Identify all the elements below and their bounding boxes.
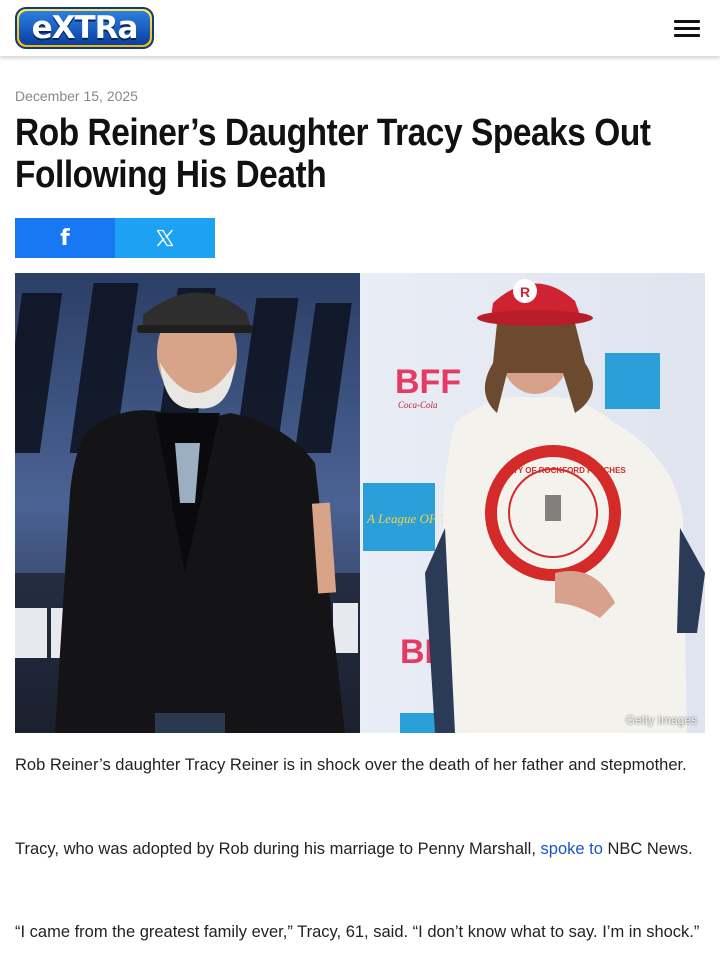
site-header: eXTRa	[0, 0, 720, 56]
league-poster-2	[605, 353, 660, 409]
menu-bar	[674, 20, 700, 23]
article-paragraph-1: Rob Reiner’s daughter Tracy Reiner is in…	[15, 756, 687, 774]
logo-inner: eXTRa	[19, 11, 150, 45]
hamburger-menu-icon[interactable]	[672, 16, 702, 40]
extra-logo[interactable]: eXTRa	[15, 7, 154, 49]
x-share-button[interactable]	[115, 218, 215, 258]
bff-logo: BFF	[395, 363, 461, 401]
logo-text: eXTRa	[31, 9, 139, 46]
menu-bar	[674, 27, 700, 30]
article-photo[interactable]: BFF BFF Coca-Cola A League OF THEIR OWN …	[15, 273, 705, 733]
spoke-to-link[interactable]: spoke to	[541, 840, 603, 858]
article-date: December 15, 2025	[15, 88, 138, 104]
paragraph-2-text-after: NBC News.	[602, 840, 693, 858]
facebook-icon: f	[60, 225, 70, 251]
x-icon	[156, 229, 174, 247]
coke-logo: Coca-Cola	[398, 400, 438, 410]
photo-illustration: BFF BFF Coca-Cola A League OF THEIR OWN …	[15, 273, 705, 733]
photo-credit: Getty Images	[625, 713, 697, 727]
paragraph-2-text-before: Tracy, who was adopted by Rob during his…	[15, 840, 541, 858]
article-paragraph-2: Tracy, who was adopted by Rob during his…	[15, 835, 705, 864]
facebook-share-button[interactable]: f	[15, 218, 115, 258]
shirt-logo-text: CITY OF ROCKFORD PEACHES	[505, 466, 626, 475]
menu-bar	[674, 34, 700, 37]
article-title: Rob Reiner’s Daughter Tracy Speaks Out F…	[15, 112, 651, 196]
article-paragraph-3: “I came from the greatest family ever,” …	[15, 923, 700, 941]
cap-letter: R	[520, 284, 530, 300]
